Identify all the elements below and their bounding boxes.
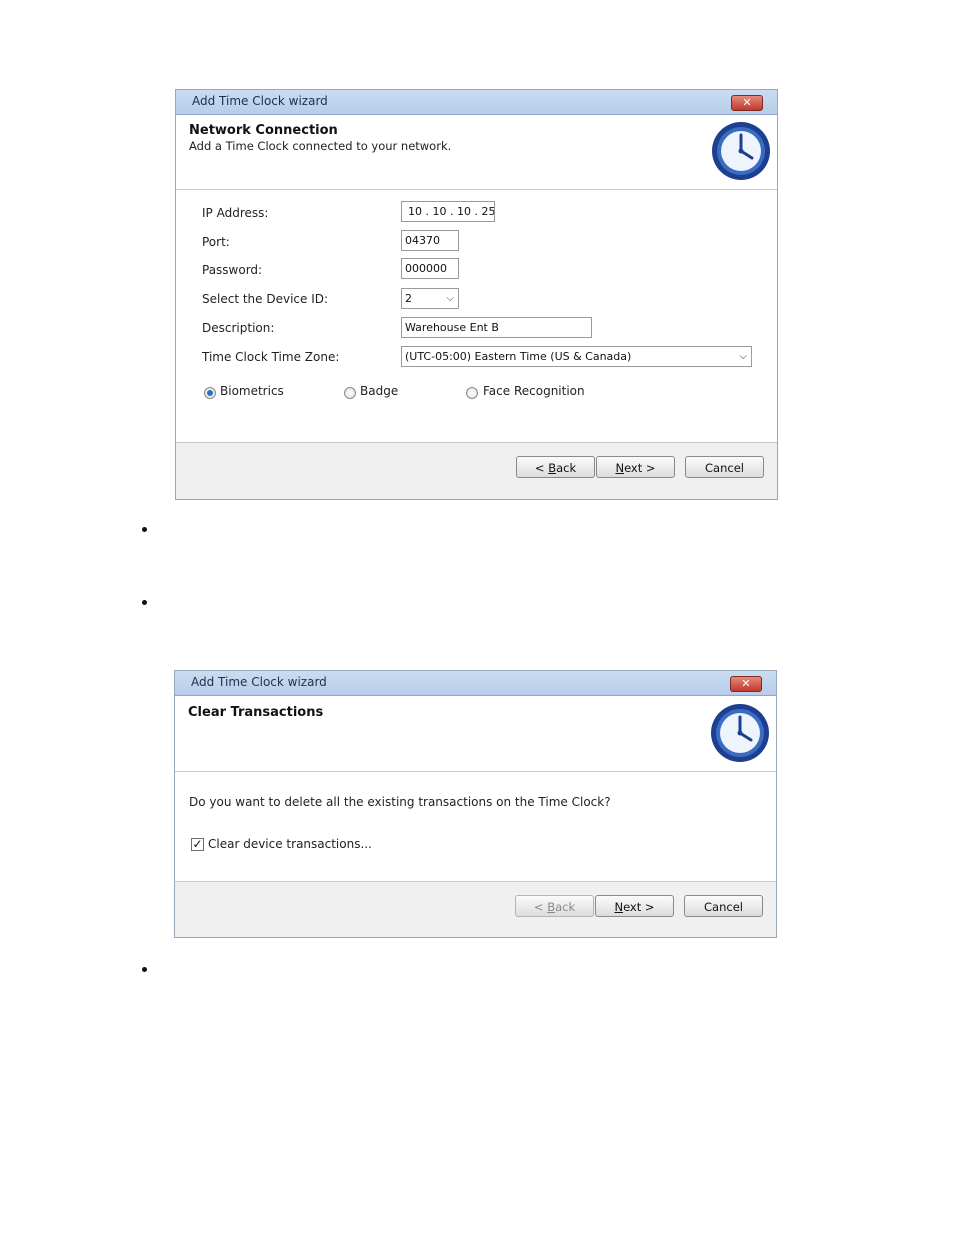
wizard-clear-transactions: Add Time Clock wizard ✕ Clear Transactio… — [174, 670, 777, 938]
back-accesskey: B — [548, 461, 557, 475]
password-field[interactable]: 000000 — [401, 258, 459, 279]
description-label: Description: — [202, 321, 275, 335]
dropdown-arrow-icon: ⌵ — [739, 351, 747, 362]
password-label: Password: — [202, 263, 263, 277]
back-rest: ack — [555, 900, 576, 914]
badge-radio[interactable] — [344, 387, 356, 399]
window-title: Add Time Clock wizard — [191, 675, 327, 689]
timezone-select[interactable]: (UTC-05:00) Eastern Time (US & Canada) ⌵ — [401, 346, 752, 367]
biometrics-label[interactable]: Biometrics — [220, 384, 284, 398]
clock-icon — [711, 704, 769, 762]
back-accesskey: B — [547, 900, 556, 914]
biometrics-radio[interactable] — [204, 387, 216, 399]
wizard-header: Network Connection Add a Time Clock conn… — [176, 115, 777, 190]
bullet-point — [142, 600, 147, 605]
next-accesskey: N — [615, 461, 625, 475]
page-title: Clear Transactions — [188, 705, 324, 720]
back-button[interactable]: < Back — [516, 456, 595, 478]
wizard-footer: < Back Next > Cancel — [176, 442, 777, 499]
timezone-value: (UTC-05:00) Eastern Time (US & Canada) — [405, 350, 632, 363]
device-id-select[interactable]: 2 ⌵ — [401, 288, 459, 309]
wizard-footer: < Back Next > Cancel — [175, 881, 776, 937]
question-text: Do you want to delete all the existing t… — [189, 795, 611, 809]
port-field[interactable]: 04370 — [401, 230, 459, 251]
close-icon[interactable]: ✕ — [731, 95, 763, 111]
ip-address-label: IP Address: — [202, 206, 269, 220]
back-rest: ack — [556, 461, 577, 475]
title-bar[interactable]: Add Time Clock wizard ✕ — [175, 671, 776, 696]
wizard-network-connection: Add Time Clock wizard ✕ Network Connecti… — [175, 89, 778, 500]
back-prefix: < — [533, 900, 548, 914]
next-button[interactable]: Next > — [596, 456, 675, 478]
bullet-point — [142, 967, 147, 972]
dropdown-arrow-icon: ⌵ — [446, 293, 454, 304]
cancel-button[interactable]: Cancel — [685, 456, 764, 478]
back-button[interactable]: < Back — [515, 895, 594, 917]
badge-label[interactable]: Badge — [360, 384, 398, 398]
face-recognition-label[interactable]: Face Recognition — [483, 384, 585, 398]
description-field[interactable]: Warehouse Ent B — [401, 317, 592, 338]
checkmark-icon: ✓ — [192, 837, 203, 851]
wizard-header: Clear Transactions — [175, 696, 776, 772]
ip-address-field[interactable]: 10 . 10 . 10 . 25 — [401, 201, 495, 222]
face-recognition-radio[interactable] — [466, 387, 478, 399]
clear-transactions-checkbox[interactable]: ✓ — [191, 838, 204, 851]
window-title: Add Time Clock wizard — [192, 94, 328, 108]
port-label: Port: — [202, 235, 230, 249]
device-id-label: Select the Device ID: — [202, 292, 329, 306]
back-prefix: < — [534, 461, 549, 475]
cancel-button[interactable]: Cancel — [684, 895, 763, 917]
clock-icon — [712, 122, 770, 180]
bullet-point — [142, 527, 147, 532]
clear-transactions-label[interactable]: Clear device transactions... — [208, 837, 372, 851]
title-bar[interactable]: Add Time Clock wizard ✕ — [176, 90, 777, 115]
next-accesskey: N — [614, 900, 624, 914]
next-button[interactable]: Next > — [595, 895, 674, 917]
page-subtitle: Add a Time Clock connected to your netwo… — [189, 139, 452, 153]
next-rest: ext > — [624, 461, 656, 475]
close-icon[interactable]: ✕ — [730, 676, 762, 692]
page-title: Network Connection — [189, 123, 338, 138]
timezone-label: Time Clock Time Zone: — [202, 350, 340, 364]
device-id-value: 2 — [405, 292, 412, 305]
next-rest: ext > — [623, 900, 655, 914]
